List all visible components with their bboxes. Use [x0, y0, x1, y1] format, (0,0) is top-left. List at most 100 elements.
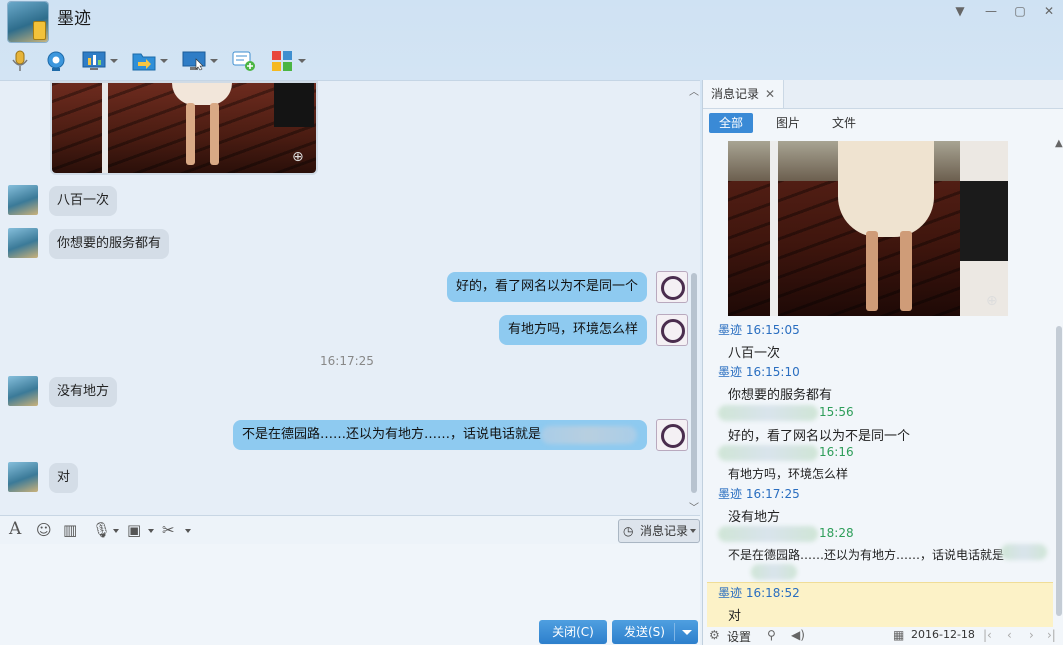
gif-icon[interactable]: ▥ — [63, 521, 77, 539]
maximize-icon[interactable]: ▢ — [1011, 4, 1029, 18]
chat-scrollbar[interactable] — [690, 87, 698, 511]
minimize-icon[interactable]: — — [982, 4, 1000, 18]
chevron-down-icon[interactable] — [185, 529, 191, 533]
message-bubble-in[interactable]: 八百一次 — [49, 186, 118, 216]
remote-desktop-icon — [182, 49, 206, 73]
redacted-blur — [718, 526, 818, 542]
tab-label: 消息记录 — [711, 87, 760, 101]
chevron-down-icon[interactable] — [682, 630, 692, 635]
contact-avatar[interactable] — [8, 462, 38, 492]
scrollbar-thumb[interactable] — [1056, 326, 1062, 616]
close-icon[interactable]: ✕ — [765, 87, 775, 101]
history-photo[interactable]: ⊕ — [728, 141, 1008, 316]
message-history-label: 消息记录 — [640, 524, 689, 538]
history-record-text: 没有地方 — [728, 510, 781, 525]
file-transfer-icon — [132, 49, 156, 73]
history-record-text: 好的，看了网名以为不是同一个 — [728, 429, 911, 444]
speaker-icon[interactable]: ◀) — [791, 628, 805, 642]
chevron-down-icon[interactable] — [160, 59, 168, 63]
history-record-text: 八百一次 — [728, 346, 781, 361]
close-icon[interactable]: ✕ — [1040, 4, 1058, 18]
prev-page-icon[interactable]: ‹ — [1007, 628, 1012, 642]
history-record-time: 18:28 — [819, 526, 854, 540]
message-bubble-out[interactable]: 不是在德园路……还以为有地方……，话说电话就是 — [233, 420, 647, 450]
message-bubble-in[interactable]: 没有地方 — [49, 377, 118, 407]
scissors-icon[interactable]: ✂ — [162, 521, 175, 539]
redacted-blur — [1001, 544, 1047, 560]
remote-desktop-button[interactable] — [182, 48, 218, 74]
send-button[interactable]: 发送(S) — [612, 620, 698, 644]
contact-avatar[interactable] — [8, 2, 48, 42]
history-scrollbar[interactable] — [1055, 138, 1063, 628]
chat-toolbar — [0, 46, 700, 76]
contact-avatar[interactable] — [8, 376, 38, 406]
voice-message-icon[interactable]: 🎙 — [92, 521, 111, 539]
message-bubble-in[interactable]: 你想要的服务都有 — [49, 229, 170, 259]
group-chat-icon — [232, 49, 256, 73]
filter-all[interactable]: 全部 — [709, 113, 754, 133]
group-chat-button[interactable] — [232, 48, 256, 74]
filter-images[interactable]: 图片 — [766, 113, 810, 133]
chevron-down-icon[interactable] — [210, 59, 218, 63]
chevron-down-icon[interactable] — [113, 529, 119, 533]
chat-photo[interactable]: ⊕ — [50, 81, 318, 175]
search-icon[interactable]: ⚲ — [767, 628, 776, 642]
history-record-text: 对 — [728, 609, 742, 624]
gear-icon[interactable]: ⚙ — [709, 628, 720, 642]
contact-avatar[interactable] — [8, 185, 38, 215]
tab-message-history[interactable]: 消息记录 ✕ — [703, 80, 785, 108]
chat-message-area[interactable]: ⊕ 八百一次 你想要的服务都有 好的，看了网名以为不是同一个 有地方吗，环境怎么… — [0, 80, 700, 515]
redacted-blur — [541, 425, 638, 444]
mobile-online-icon — [33, 21, 46, 40]
message-text: 不是在德园路……还以为有地方……，话说电话就是 — [242, 427, 542, 442]
next-page-icon[interactable]: › — [1029, 628, 1034, 642]
message-bubble-out[interactable]: 有地方吗，环境怎么样 — [498, 315, 647, 345]
contact-name[interactable]: 墨迹 — [57, 4, 91, 29]
input-toolbar: A ☺ ▥ 🎙 ▣ ✂ ◷ 消息记录 — [0, 515, 700, 544]
contact-avatar[interactable] — [8, 228, 38, 258]
chevron-down-icon[interactable] — [148, 529, 154, 533]
apps-icon — [270, 49, 294, 73]
filter-files[interactable]: 文件 — [822, 113, 866, 133]
message-bubble-out[interactable]: 好的，看了网名以为不是同一个 — [446, 272, 647, 302]
screen-share-button[interactable] — [82, 48, 118, 74]
scrollbar-thumb[interactable] — [691, 273, 697, 493]
message-bubble-in[interactable]: 对 — [49, 463, 79, 493]
history-record-header: 墨迹 16:18:52 — [718, 586, 800, 600]
chevron-down-icon[interactable] — [110, 59, 118, 63]
microphone-icon — [8, 49, 32, 73]
video-call-button[interactable] — [44, 48, 68, 74]
history-record-header: 墨迹 16:17:25 — [718, 487, 800, 501]
my-avatar[interactable] — [656, 271, 688, 303]
message-history-panel: 消息记录 ✕ 全部 图片 文件 ⊕ 墨迹 16:15:05 八百一次 墨迹 16:… — [702, 80, 1063, 645]
settings-link[interactable]: 设置 — [727, 628, 751, 645]
message-history-button[interactable]: ◷ 消息记录 — [618, 519, 700, 543]
dropdown-icon[interactable]: ▼ — [951, 4, 969, 18]
history-date[interactable]: 2016-12-18 — [911, 628, 975, 641]
my-avatar[interactable] — [656, 314, 688, 346]
history-record-text: 不是在德园路……还以为有地方……，话说电话就是 — [728, 548, 1005, 562]
voice-call-button[interactable] — [8, 48, 32, 74]
history-tabbar: 消息记录 ✕ — [703, 80, 1063, 109]
font-icon[interactable]: A — [9, 519, 21, 539]
close-button[interactable]: 关闭(C) — [539, 620, 607, 644]
history-record-time: 16:16 — [819, 445, 854, 459]
file-transfer-button[interactable] — [132, 48, 168, 74]
calendar-icon[interactable]: ▦ — [893, 628, 904, 642]
first-page-icon[interactable]: |‹ — [983, 628, 992, 642]
last-page-icon[interactable]: ›| — [1047, 628, 1056, 642]
history-record-header: 墨迹 16:15:05 — [718, 323, 800, 337]
my-avatar[interactable] — [656, 419, 688, 451]
history-record-text: 有地方吗，环境怎么样 — [728, 467, 849, 481]
zoom-icon[interactable]: ⊕ — [292, 149, 304, 165]
history-record-text: 你想要的服务都有 — [728, 388, 833, 403]
clock-icon: ◷ — [623, 524, 634, 538]
emoji-icon[interactable]: ☺ — [36, 521, 52, 539]
apps-button[interactable] — [270, 48, 306, 74]
video-call-icon — [44, 49, 68, 73]
image-icon[interactable]: ▣ — [127, 521, 141, 539]
zoom-icon[interactable]: ⊕ — [986, 293, 998, 309]
chevron-down-icon — [690, 529, 696, 533]
history-record-header: 墨迹 16:15:10 — [718, 365, 800, 379]
chevron-down-icon[interactable] — [298, 59, 306, 63]
